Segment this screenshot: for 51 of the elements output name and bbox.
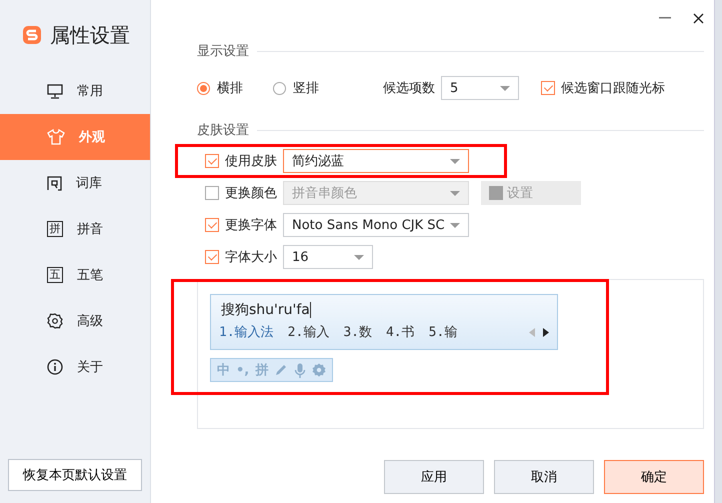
previous-icon[interactable]: [529, 328, 535, 336]
checkbox[interactable]: [205, 250, 219, 264]
candidate[interactable]: 4.书: [386, 323, 415, 341]
dialog-button[interactable]: 应用: [384, 460, 484, 494]
checkbox[interactable]: [205, 154, 219, 168]
section-title: 显示设置: [197, 43, 249, 60]
sidebar-item[interactable]: 关于: [0, 344, 150, 390]
checkbox-label: 更换字体: [225, 217, 277, 234]
logo-icon: [22, 25, 42, 45]
checkbox[interactable]: [205, 186, 219, 200]
glyph-icon: 五: [47, 267, 63, 283]
checkbox-label: 更换颜色: [225, 185, 277, 202]
pencil-icon[interactable]: [274, 363, 288, 377]
field-label: 候选项数: [383, 80, 435, 97]
sidebar-item[interactable]: 高级: [0, 298, 150, 344]
next-icon[interactable]: [543, 328, 549, 336]
dropdown[interactable]: Noto Sans Mono CJK SC: [283, 213, 469, 237]
checkbox-label: 使用皮肤: [225, 153, 277, 170]
info-icon: [47, 359, 63, 375]
checkbox[interactable]: [205, 218, 219, 232]
candidate-count-dropdown[interactable]: 5: [441, 76, 519, 100]
reset-defaults-button[interactable]: 恢复本页默认设置: [8, 459, 142, 491]
sidebar-item[interactable]: 五 五笔: [0, 252, 150, 298]
section-title: 皮肤设置: [197, 122, 249, 139]
microphone-icon[interactable]: [294, 362, 306, 378]
radio-option[interactable]: 竖排: [273, 79, 319, 97]
candidate[interactable]: 1.输入法: [219, 323, 274, 341]
dialog-button[interactable]: 确定: [604, 460, 704, 494]
gear-icon: [47, 313, 63, 329]
sidebar-item[interactable]: 词库: [0, 160, 150, 206]
candidate[interactable]: 3.数: [343, 323, 372, 341]
monitor-icon: [47, 84, 63, 98]
composition-text: 搜狗shu'ru'fa: [221, 301, 310, 319]
sidebar-item[interactable]: 拼 拼音: [0, 206, 150, 252]
close-icon[interactable]: [693, 12, 704, 24]
candidate[interactable]: 5.输: [428, 323, 458, 341]
dialog-button[interactable]: 取消: [494, 460, 594, 494]
shirt-icon: [47, 129, 65, 145]
app-title: 属性设置: [50, 22, 130, 48]
sidebar-item[interactable]: 常用: [0, 68, 150, 114]
book-icon: [47, 176, 62, 190]
checkbox-label: 候选窗口跟随光标: [561, 80, 665, 97]
dropdown[interactable]: 简约泌蓝: [283, 149, 469, 173]
dropdown[interactable]: 16: [283, 245, 373, 269]
minimize-icon[interactable]: [659, 17, 671, 19]
radio-option[interactable]: 横排: [197, 79, 243, 97]
checkbox-label: 字体大小: [225, 249, 277, 266]
gear-icon[interactable]: [312, 363, 326, 377]
candidate[interactable]: 2.输入: [288, 323, 330, 341]
checkbox[interactable]: [541, 81, 555, 95]
glyph-icon: 拼: [47, 221, 63, 237]
